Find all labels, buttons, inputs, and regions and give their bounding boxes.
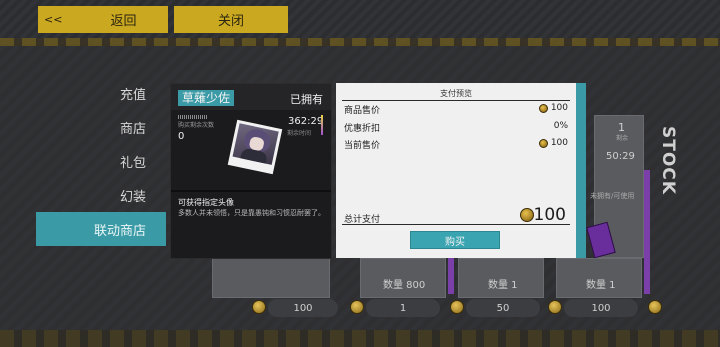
shop-nav: 充值 商店 礼包 幻装 联动商店 xyxy=(36,76,166,246)
nav-item-shop[interactable]: 商店 xyxy=(36,110,166,144)
price-value: 100 xyxy=(591,302,611,314)
price-value: 50 xyxy=(496,302,510,314)
rarity-bar xyxy=(448,258,454,294)
nav-item-collab-shop[interactable]: 联动商店 xyxy=(36,212,166,246)
payment-preview-panel: 支付预览 商品售价 100 优惠折扣 0% 当前售价 100 总计支付 100 … xyxy=(336,83,586,258)
slot-quantity: 数量 1 xyxy=(488,280,518,291)
item-desc-title: 可获得指定头像 xyxy=(178,198,234,207)
row-value: 0% xyxy=(553,121,568,131)
row-label: 优惠折扣 xyxy=(344,124,381,134)
payment-title: 支付预览 xyxy=(440,89,472,98)
purchase-remaining-label: 购买剩余次数 xyxy=(178,122,215,129)
rarity-bar xyxy=(644,258,650,294)
coin-icon xyxy=(539,139,548,148)
remaining-time: 362:29 xyxy=(288,116,324,127)
rarity-bar xyxy=(644,170,650,260)
slot-count-label: 剩余 xyxy=(616,135,629,142)
nav-item-skins[interactable]: 幻装 xyxy=(36,178,166,212)
back-arrow-icon: << xyxy=(44,13,63,26)
slot-quantity: 数量 1 xyxy=(586,280,616,291)
card-header: 草薙少佐 已拥有 xyxy=(171,84,331,110)
row-label: 商品售价 xyxy=(344,106,381,116)
price-pill: 100 xyxy=(564,299,638,317)
slot-time: 50:29 xyxy=(606,151,635,162)
divider xyxy=(342,224,570,225)
price-pill: 50 xyxy=(466,299,540,317)
shop-slot[interactable] xyxy=(212,258,330,298)
close-label: 关闭 xyxy=(217,14,244,29)
slot-quantity: 数量 800 xyxy=(383,280,426,291)
price-pill: 100 xyxy=(268,299,338,317)
row-value: 100 xyxy=(550,103,568,113)
coin-icon xyxy=(539,104,548,113)
nav-item-recharge[interactable]: 充值 xyxy=(36,76,166,110)
row-value: 100 xyxy=(550,138,568,148)
avatar-portrait xyxy=(227,119,283,175)
purchase-remaining-count: 0 xyxy=(178,131,185,142)
item-card: 草薙少佐 已拥有 购买剩余次数 0 可获得指定头像 多数人并未领悟，只是靠愚钝和… xyxy=(170,83,332,259)
buy-label: 购买 xyxy=(445,236,465,248)
coin-icon xyxy=(350,300,364,314)
owned-status: 已拥有 xyxy=(290,93,323,106)
nav-label: 联动商店 xyxy=(93,223,146,239)
nav-label: 礼包 xyxy=(119,155,146,171)
price-pill: 1 xyxy=(366,299,440,317)
card-divider xyxy=(171,190,331,192)
coin-icon xyxy=(450,300,464,314)
slot-sub: 未拥有/可使用 xyxy=(590,192,635,200)
coin-icon xyxy=(520,208,534,222)
item-name: 草薙少佐 xyxy=(178,90,235,106)
back-button[interactable]: << 返回 xyxy=(38,6,168,33)
close-button[interactable]: 关闭 xyxy=(174,6,288,33)
remaining-time-label: 剩余时间 xyxy=(287,130,312,137)
buy-button[interactable]: 购买 xyxy=(410,231,500,249)
total-value: 100 xyxy=(533,205,566,225)
top-stripe xyxy=(0,38,720,46)
nav-label: 充值 xyxy=(119,87,146,103)
row-label: 当前售价 xyxy=(344,141,381,151)
coin-icon xyxy=(648,300,662,314)
bottom-stripe xyxy=(0,330,720,347)
row-item-price: 商品售价 100 xyxy=(344,103,568,116)
price-value: 100 xyxy=(293,302,313,314)
top-bar: << 返回 关闭 xyxy=(0,0,720,46)
row-current-price: 当前售价 100 xyxy=(344,138,568,151)
nav-label: 商店 xyxy=(119,121,146,137)
coin-icon xyxy=(252,300,266,314)
row-discount: 优惠折扣 0% xyxy=(344,121,568,134)
stock-label: STOCK xyxy=(658,126,678,195)
nav-item-gift-pack[interactable]: 礼包 xyxy=(36,144,166,178)
back-label: 返回 xyxy=(110,14,137,29)
accent-bar xyxy=(321,115,323,135)
barcode-icon xyxy=(178,115,208,119)
panel-accent xyxy=(576,83,586,258)
item-description: 多数人并未领悟，只是靠愚钝和习惯忍耐罢了。 xyxy=(178,209,325,217)
divider xyxy=(342,100,570,101)
nav-label: 幻装 xyxy=(119,189,146,205)
price-value: 1 xyxy=(399,302,407,314)
coin-icon xyxy=(548,300,562,314)
